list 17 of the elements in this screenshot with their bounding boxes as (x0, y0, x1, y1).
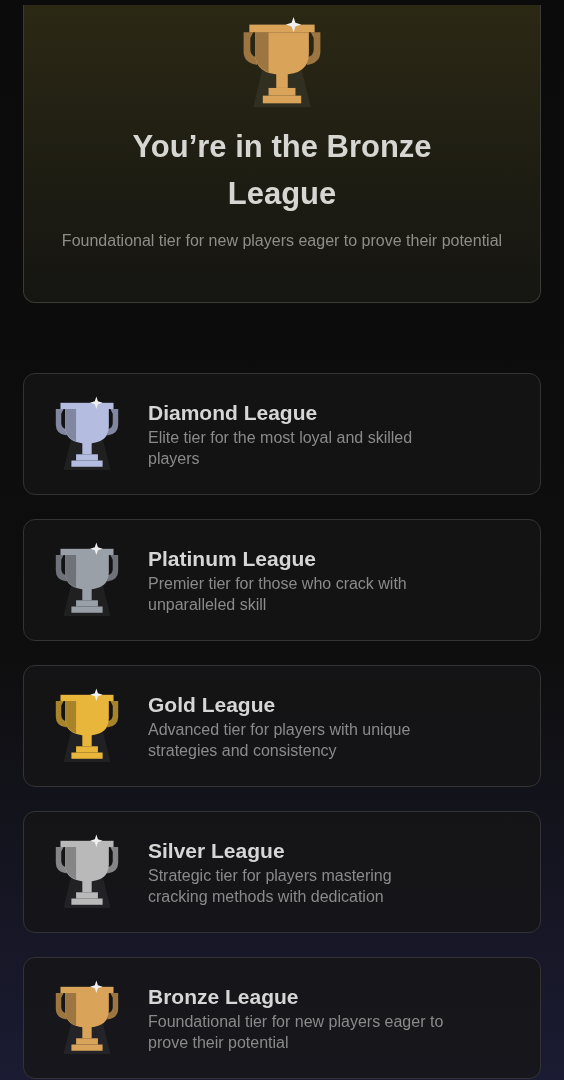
league-card[interactable]: Bronze League Foundational tier for new players eager to prove their potential (23, 957, 541, 1079)
league-card[interactable]: Silver League Strategic tier for players mastering cracking methods with dedication (23, 811, 541, 933)
league-description: Premier tier for those who crack with unparalleled skill (148, 574, 408, 615)
league-description: Strategic tier for players mastering cracking methods with dedication (148, 866, 393, 907)
league-card[interactable]: Platinum League Premier tier for those who crack with unparalleled skill (23, 519, 541, 641)
league-description: Elite tier for the most loyal and skilled players (148, 428, 414, 469)
league-name: Diamond League (148, 400, 319, 426)
league-name: Silver League (148, 838, 286, 864)
league-name: Platinum League (148, 546, 318, 572)
league-card[interactable]: Diamond League Elite tier for the most loyal and skilled players (23, 373, 541, 495)
league-card[interactable]: Gold League Advanced tier for players with unique strategies and consistency (23, 665, 541, 787)
league-name: Bronze League (148, 984, 300, 1010)
banner-description: Foundational tier for new players eager to prove their potential (61, 231, 503, 251)
league-name: Gold League (148, 692, 277, 718)
league-description: Advanced tier for players with unique strategies and consistency (148, 720, 412, 761)
banner-title: You’re in the Bronze League (131, 128, 433, 213)
league-description: Foundational tier for new players eager to prove their potential (148, 1012, 445, 1053)
